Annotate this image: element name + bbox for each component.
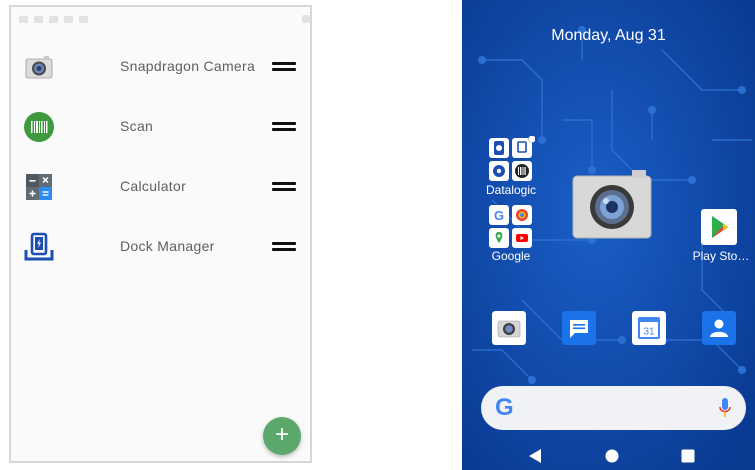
contacts-icon[interactable] [702, 311, 736, 345]
drag-handle-icon[interactable] [272, 62, 296, 72]
list-item[interactable]: Scan [11, 105, 310, 149]
svg-text:G: G [494, 208, 504, 223]
play-store-icon[interactable] [701, 209, 737, 245]
datalogic-folder[interactable] [487, 135, 536, 184]
battery-icon [302, 15, 310, 23]
microphone-icon[interactable] [718, 397, 732, 419]
camera-app-icon[interactable] [570, 168, 654, 242]
recents-icon[interactable] [681, 449, 695, 463]
drag-handle-icon[interactable] [272, 182, 296, 192]
home-icon[interactable] [605, 449, 619, 463]
list-item[interactable]: Dock Manager [11, 225, 310, 269]
navigation-bar [462, 440, 755, 470]
drag-handle-icon[interactable] [272, 122, 296, 132]
status-icon [64, 15, 73, 23]
camera-icon[interactable] [492, 311, 526, 345]
status-icon [19, 15, 28, 23]
google-logo-icon: G [495, 394, 514, 421]
folder-icon: G [489, 205, 532, 248]
barcode-scan-icon [24, 112, 54, 142]
app-label: Scan [120, 118, 154, 134]
dock-manager-icon [24, 232, 54, 261]
app-label: Dock Manager [120, 238, 215, 254]
folder-icon [489, 135, 536, 181]
app-label: Play Sto… [692, 249, 750, 263]
list-item[interactable]: Calculator [11, 165, 310, 209]
drag-handle-icon[interactable] [272, 242, 296, 252]
status-icon [34, 15, 43, 23]
add-app-button[interactable]: + [263, 417, 301, 455]
folder-label: Google [491, 249, 531, 263]
google-folder[interactable]: G [487, 203, 535, 251]
date-widget[interactable]: Monday, Aug 31 [462, 27, 755, 45]
home-screen: Monday, Aug 31 Datalogic G Google Play S… [462, 0, 755, 470]
status-icon [49, 15, 58, 23]
status-bar [11, 7, 310, 31]
folder-label: Datalogic [485, 183, 537, 197]
camera-icon [25, 56, 53, 79]
app-label: Snapdragon Camera [120, 58, 256, 74]
app-order-panel: Snapdragon Camera Scan Calculator Dock M… [9, 5, 312, 463]
status-icon [79, 15, 88, 23]
google-search-bar[interactable]: G [481, 386, 746, 430]
app-label: Calculator [120, 178, 187, 194]
calculator-icon [26, 174, 52, 200]
calendar-icon[interactable]: 31 [632, 311, 666, 345]
calendar-day: 31 [643, 327, 655, 338]
list-item[interactable]: Snapdragon Camera [11, 45, 310, 89]
messages-icon[interactable] [562, 311, 596, 345]
back-icon[interactable] [528, 448, 542, 464]
